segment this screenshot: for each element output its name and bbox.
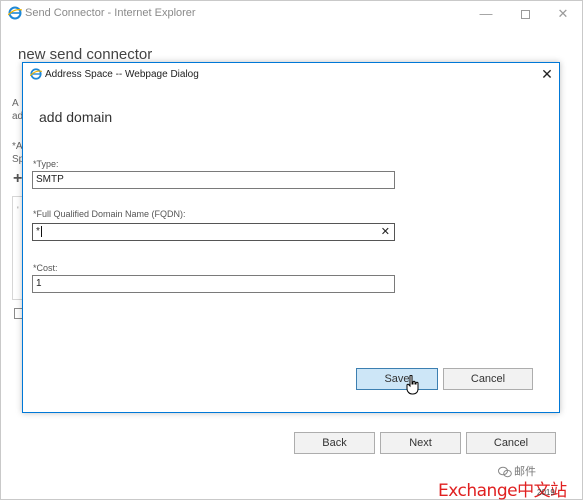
minimize-icon: — — [479, 6, 493, 21]
page-title: new send connector — [18, 46, 153, 63]
maximize-icon — [520, 10, 530, 20]
window-close-button[interactable]: ✕ — [548, 4, 578, 24]
ie-titlebar[interactable]: Send Connector - Internet Explorer — ✕ — [1, 1, 582, 27]
obscured-label-fragment: *A — [12, 141, 23, 152]
window-title: Send Connector - Internet Explorer — [25, 7, 196, 19]
close-icon: ✕ — [557, 6, 569, 21]
back-button[interactable]: Back — [294, 432, 375, 454]
clear-field-icon[interactable]: ✕ — [381, 224, 390, 240]
close-icon: ✕ — [541, 66, 553, 82]
list-header-fragment: ' — [17, 205, 19, 215]
cost-field[interactable]: 1 — [32, 275, 395, 293]
fqdn-field[interactable]: * ✕ — [32, 223, 395, 241]
obscured-text-fragment: A — [12, 98, 19, 109]
address-space-dialog: Address Space -- Webpage Dialog ✕ add do… — [22, 62, 560, 413]
add-icon[interactable]: + — [13, 170, 22, 188]
hand-cursor-icon — [406, 375, 419, 395]
save-button[interactable]: Save — [356, 368, 438, 390]
dialog-close-button[interactable]: ✕ — [538, 65, 556, 83]
ie-logo-icon — [30, 68, 42, 80]
dialog-title: Address Space -- Webpage Dialog — [45, 69, 199, 80]
ie-logo-icon — [8, 6, 22, 20]
dialog-heading: add domain — [39, 109, 113, 125]
dialog-titlebar[interactable]: Address Space -- Webpage Dialog ✕ — [23, 63, 559, 85]
next-button[interactable]: Next — [380, 432, 461, 454]
dialog-cancel-button[interactable]: Cancel — [443, 368, 533, 390]
fqdn-label: *Full Qualified Domain Name (FQDN): — [33, 209, 186, 219]
watermark-year: 2019 — [537, 488, 555, 497]
cost-label: *Cost: — [33, 263, 58, 273]
type-field[interactable]: SMTP — [32, 171, 395, 189]
watermark: 邮件 Exchange中文站 2019 — [438, 463, 578, 501]
maximize-button[interactable] — [510, 4, 540, 24]
fqdn-value: * — [36, 226, 40, 237]
cancel-button[interactable]: Cancel — [466, 432, 556, 454]
text-caret — [40, 225, 42, 237]
type-label: *Type: — [33, 159, 59, 169]
minimize-button[interactable]: — — [471, 4, 501, 24]
cost-value: 1 — [36, 278, 42, 289]
type-value: SMTP — [36, 174, 64, 185]
